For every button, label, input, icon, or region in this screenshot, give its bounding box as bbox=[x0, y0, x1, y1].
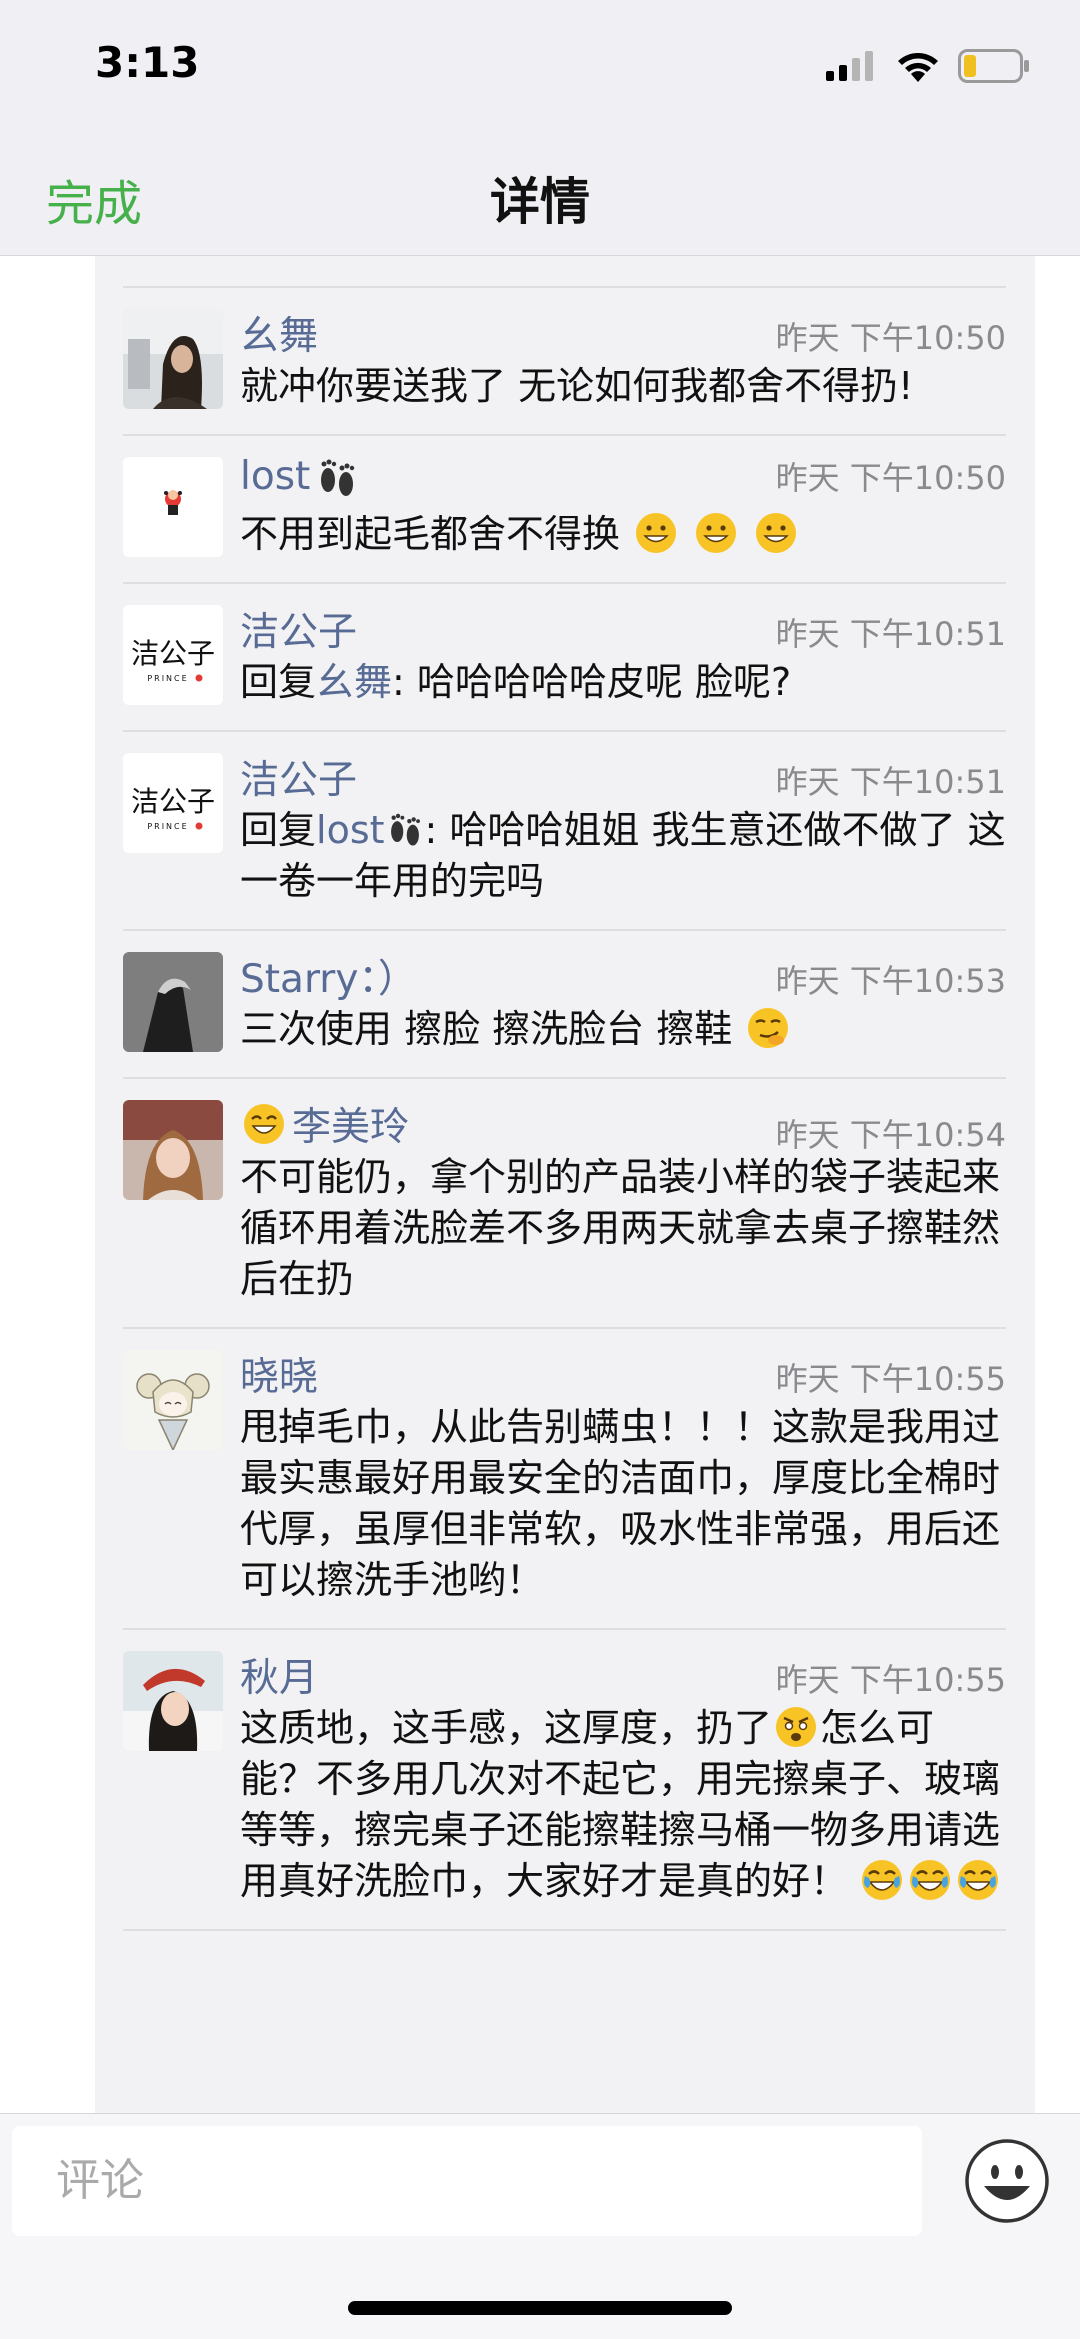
comment-head: 洁公子 昨天 下午10:51 bbox=[240, 601, 1006, 655]
avatar[interactable]: 洁公子 PRINCE bbox=[123, 753, 223, 853]
comment-time: 昨天 下午10:50 bbox=[775, 319, 1006, 357]
comment-body: Starry：） 昨天 下午10:53 三次使用 擦脸 擦洗脸台 擦鞋 bbox=[240, 948, 1006, 1055]
commenter-name[interactable]: 幺舞 bbox=[240, 305, 318, 361]
commenter-name[interactable]: 洁公子 bbox=[240, 601, 357, 657]
cellular-signal-icon bbox=[826, 51, 873, 81]
reply-to-name-text: lost bbox=[316, 808, 385, 852]
commenter-name[interactable]: 晓晓 bbox=[240, 1346, 318, 1402]
reply-prefix: 回复 bbox=[240, 660, 317, 704]
comment-body: 李美玲 昨天 下午10:54 不可能仍，拿个别的产品装小样的袋子装起来循环用着洗… bbox=[240, 1096, 1006, 1305]
grin-emoji bbox=[244, 1104, 284, 1144]
commenter-name-text: lost bbox=[240, 454, 311, 499]
brand-logo-text: 洁公子 bbox=[131, 637, 215, 670]
comment-time: 昨天 下午10:51 bbox=[775, 615, 1006, 653]
comment-area[interactable]: 幺舞 昨天 下午10:50 就冲你要送我了 无论如何我都舍不得扔! lost 昨… bbox=[0, 256, 1080, 2113]
avatar[interactable] bbox=[123, 309, 223, 409]
navigation-bar: 完成 详情 bbox=[0, 130, 1080, 256]
grin-emoji bbox=[756, 513, 797, 553]
page-title: 详情 bbox=[490, 173, 590, 231]
comment-item[interactable]: Starry：） 昨天 下午10:53 三次使用 擦脸 擦洗脸台 擦鞋 bbox=[123, 931, 1006, 1079]
comment-head: Starry：） 昨天 下午10:53 bbox=[240, 948, 1006, 1002]
tears-of-joy-emoji bbox=[958, 1860, 999, 1900]
comment-head: 李美玲 昨天 下午10:54 bbox=[240, 1096, 1006, 1154]
comment-time: 昨天 下午10:50 bbox=[775, 459, 1006, 497]
comment-text: 三次使用 擦脸 擦洗脸台 擦鞋 bbox=[240, 1004, 1006, 1055]
comment-item[interactable]: 李美玲 昨天 下午10:54 不可能仍，拿个别的产品装小样的袋子装起来循环用着洗… bbox=[123, 1079, 1006, 1329]
comment-input[interactable]: 评论 bbox=[12, 2126, 922, 2236]
comment-item[interactable]: lost 昨天 下午10:50 不用到起毛都舍不得换 bbox=[123, 436, 1006, 584]
commenter-name[interactable]: 秋月 bbox=[240, 1647, 318, 1703]
commenter-name[interactable]: 李美玲 bbox=[240, 1096, 409, 1152]
comment-text: 不可能仍，拿个别的产品装小样的袋子装起来循环用着洗脸差不多用两天就拿去桌子擦鞋然… bbox=[240, 1155, 1001, 1301]
comment-text: 就冲你要送我了 无论如何我都舍不得扔! bbox=[240, 364, 914, 408]
brand-logo-text: 洁公子 bbox=[131, 785, 215, 818]
comment-text: 不用到起毛都舍不得换 bbox=[240, 509, 1006, 560]
commenter-name-text: 李美玲 bbox=[292, 1105, 410, 1150]
brand-logo-subtext: PRINCE bbox=[147, 674, 188, 683]
status-bar: 3:13 bbox=[0, 0, 1080, 130]
comment-time: 昨天 下午10:54 bbox=[775, 1116, 1006, 1154]
brand-logo-subtext: PRINCE bbox=[147, 822, 188, 831]
avatar[interactable] bbox=[123, 1100, 223, 1200]
comment-text: 这质地，这手感，这厚度，扔了 怎么可能？不多用几次对不起它，用完擦桌子、玻璃等等，… bbox=[240, 1703, 1006, 1907]
comment-body: lost 昨天 下午10:50 不用到起毛都舍不得换 bbox=[240, 453, 1006, 560]
comment-panel: 幺舞 昨天 下午10:50 就冲你要送我了 无论如何我都舍不得扔! lost 昨… bbox=[95, 256, 1035, 2113]
comment-item[interactable]: 秋月 昨天 下午10:55 这质地，这手感，这厚度，扔了 怎么可能？不多用几次对不… bbox=[123, 1630, 1006, 1931]
footprints-icon bbox=[321, 459, 355, 496]
wifi-icon bbox=[898, 53, 938, 82]
footprints-icon bbox=[390, 813, 420, 846]
comment-time: 昨天 下午10:55 bbox=[775, 1661, 1006, 1699]
avatar[interactable] bbox=[123, 457, 223, 557]
comment-time: 昨天 下午10:53 bbox=[775, 962, 1006, 1000]
smirk-emoji bbox=[748, 1008, 789, 1048]
commenter-name[interactable]: Starry：） bbox=[240, 948, 417, 1004]
reply-to-name[interactable]: 幺舞 bbox=[316, 660, 392, 704]
avatar[interactable] bbox=[123, 952, 223, 1052]
tears-of-joy-emoji bbox=[910, 1860, 951, 1900]
comment-head: 幺舞 昨天 下午10:50 bbox=[240, 305, 1006, 359]
comment-text: 甩掉毛巾，从此告别螨虫！！！这款是我用过最实惠最好用最安全的洁面巾，厚度比全棉时… bbox=[240, 1405, 1001, 1602]
status-time: 3:13 bbox=[95, 38, 200, 87]
reply-to-name[interactable]: lost bbox=[316, 808, 425, 852]
status-icons bbox=[826, 46, 1030, 86]
comment-text-content: 不用到起毛都舍不得换 bbox=[240, 512, 621, 556]
comment-head: 洁公子 昨天 下午10:51 bbox=[240, 749, 1006, 803]
comment-item[interactable]: 晓晓 昨天 下午10:55 甩掉毛巾，从此告别螨虫！！！这款是我用过最实惠最好用… bbox=[123, 1329, 1006, 1630]
comment-item[interactable]: 幺舞 昨天 下午10:50 就冲你要送我了 无论如何我都舍不得扔! bbox=[123, 288, 1006, 436]
comment-body: 洁公子 昨天 下午10:51 回复幺舞: 哈哈哈哈哈皮呢 脸呢? bbox=[240, 601, 1006, 708]
comment-item[interactable]: 洁公子 PRINCE 洁公子 昨天 下午10:51 回复lost: 哈哈哈姐姐… bbox=[123, 732, 1006, 931]
comment-text: 回复幺舞: 哈哈哈哈哈皮呢 脸呢? bbox=[240, 657, 1006, 708]
comment-composer: 评论 bbox=[0, 2113, 1080, 2339]
avatar[interactable] bbox=[123, 1651, 223, 1751]
comment-body: 幺舞 昨天 下午10:50 就冲你要送我了 无论如何我都舍不得扔! bbox=[240, 305, 1006, 412]
comment-body: 洁公子 昨天 下午10:51 回复lost : 哈哈哈姐姐 我生意还做不做了 这… bbox=[240, 749, 1006, 907]
comment-text: 回复lost : 哈哈哈姐姐 我生意还做不做了 这一卷一年用的完吗 bbox=[240, 805, 1006, 907]
comment-text-content: 这质地，这手感，这厚度，扔了 bbox=[240, 1706, 773, 1750]
comment-body: 晓晓 昨天 下午10:55 甩掉毛巾，从此告别螨虫！！！这款是我用过最实惠最好用… bbox=[240, 1346, 1006, 1606]
home-indicator[interactable] bbox=[348, 2301, 732, 2315]
comment-time: 昨天 下午10:55 bbox=[775, 1360, 1006, 1398]
commenter-name[interactable]: 洁公子 bbox=[240, 749, 357, 805]
grin-emoji bbox=[696, 513, 737, 553]
angry-emoji bbox=[776, 1707, 817, 1747]
commenter-name[interactable]: lost bbox=[240, 454, 360, 500]
emoji-picker-icon[interactable] bbox=[964, 2138, 1050, 2224]
grin-emoji bbox=[636, 513, 677, 553]
battery-icon bbox=[958, 49, 1029, 83]
comment-head: lost 昨天 下午10:50 bbox=[240, 453, 1006, 507]
reply-prefix: 回复 bbox=[240, 808, 317, 852]
comment-head: 秋月 昨天 下午10:55 bbox=[240, 1647, 1006, 1701]
comment-time: 昨天 下午10:51 bbox=[775, 763, 1006, 801]
comment-list: 幺舞 昨天 下午10:50 就冲你要送我了 无论如何我都舍不得扔! lost 昨… bbox=[123, 286, 1006, 1931]
comment-item[interactable]: 洁公子 PRINCE 洁公子 昨天 下午10:51 回复幺舞: 哈哈哈哈哈皮呢 … bbox=[123, 584, 1006, 732]
avatar[interactable] bbox=[123, 1350, 223, 1450]
comment-text-content: 三次使用 擦脸 擦洗脸台 擦鞋 bbox=[240, 1007, 733, 1051]
comment-body: 秋月 昨天 下午10:55 这质地，这手感，这厚度，扔了 怎么可能？不多用几次对不… bbox=[240, 1647, 1006, 1907]
avatar[interactable]: 洁公子 PRINCE bbox=[123, 605, 223, 705]
comment-head: 晓晓 昨天 下午10:55 bbox=[240, 1346, 1006, 1400]
tears-of-joy-emoji bbox=[862, 1860, 903, 1900]
comment-text-content: : 哈哈哈哈哈皮呢 脸呢? bbox=[392, 660, 792, 704]
